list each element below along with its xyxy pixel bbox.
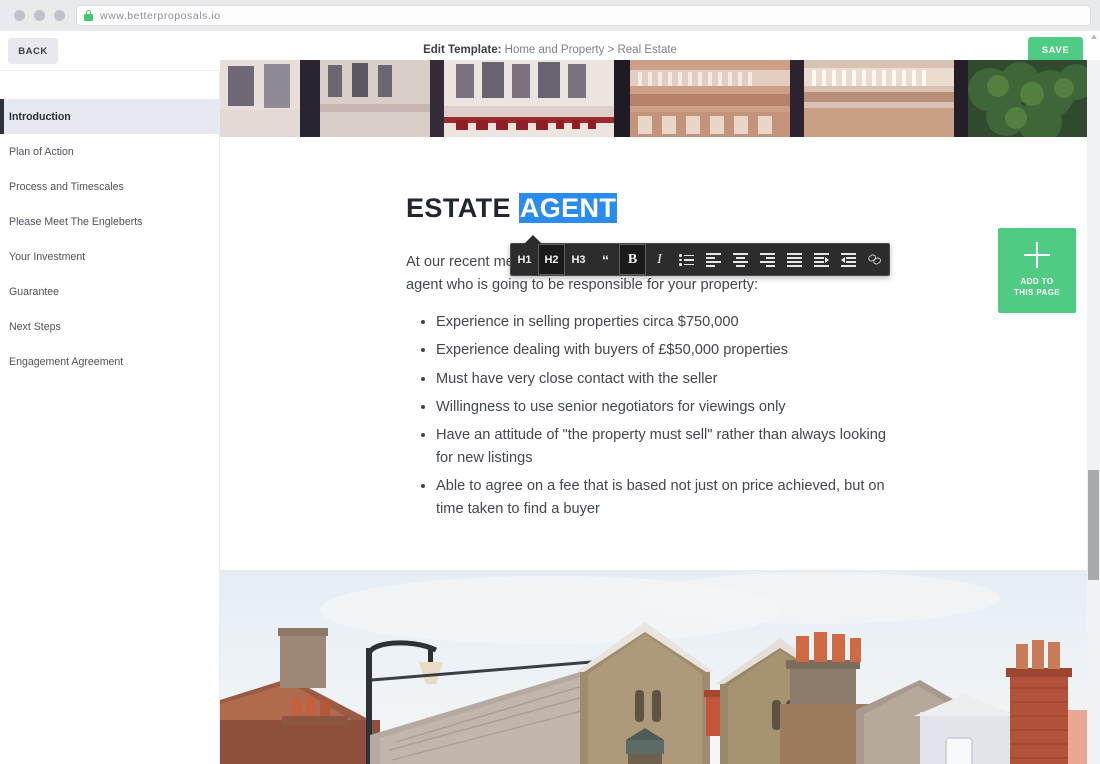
document-heading[interactable]: ESTATE AGENT: [406, 193, 902, 224]
app-root: www.betterproposals.io BACK Edit Templat…: [0, 0, 1100, 764]
document-canvas[interactable]: ESTATE AGENT At our recent meeting you a…: [220, 60, 1088, 764]
sidebar-item-next-steps[interactable]: Next Steps: [0, 309, 219, 344]
insert-link-button[interactable]: [862, 244, 889, 275]
hero-image-bottom: [220, 570, 1088, 764]
maximize-window-dot[interactable]: [54, 10, 65, 21]
plus-icon: [1024, 242, 1050, 269]
minimize-window-dot[interactable]: [34, 10, 45, 21]
sidebar-item-label: Introduction: [9, 110, 71, 123]
add-to-page-line2: THIS PAGE: [1013, 288, 1061, 297]
align-left-icon: [706, 253, 721, 267]
section-sidebar: Introduction Plan of Action Process and …: [0, 72, 220, 764]
address-bar[interactable]: www.betterproposals.io: [77, 6, 1090, 25]
list-item[interactable]: Experience dealing with buyers of £$50,0…: [436, 339, 902, 362]
align-left-button[interactable]: [700, 244, 727, 275]
bullet-list-icon: [679, 253, 694, 266]
align-justify-icon: [787, 253, 802, 267]
align-center-button[interactable]: [727, 244, 754, 275]
link-icon: [867, 253, 883, 266]
text-format-toolbar: H1 H2 H3 “ B I: [510, 235, 890, 276]
page-title-prefix: Edit Template:: [423, 44, 502, 56]
align-right-button[interactable]: [754, 244, 781, 275]
bold-button[interactable]: B: [619, 244, 646, 275]
add-to-page-label: ADD TO THIS PAGE: [1014, 277, 1060, 299]
outdent-button[interactable]: [835, 244, 862, 275]
heading-1-button[interactable]: H1: [511, 244, 538, 275]
page-title-path: Home and Property > Real Estate: [504, 44, 677, 56]
close-window-dot[interactable]: [14, 10, 25, 21]
sidebar-item-label: Plan of Action: [9, 145, 74, 158]
page-title: Edit Template: Home and Property > Real …: [0, 44, 1100, 56]
rooftops-illustration: [220, 570, 1088, 764]
list-item[interactable]: Experience in selling properties circa $…: [436, 311, 902, 334]
victorian-houses-illustration: [220, 60, 1088, 137]
sidebar-item-process-and-timescales[interactable]: Process and Timescales: [0, 169, 219, 204]
align-justify-button[interactable]: [781, 244, 808, 275]
padlock-icon: [84, 10, 93, 21]
indent-button[interactable]: [808, 244, 835, 275]
heading-text-selected[interactable]: AGENT: [518, 193, 618, 223]
sidebar-item-introduction[interactable]: Introduction: [0, 99, 219, 134]
outdent-icon: [841, 253, 856, 267]
url-text: www.betterproposals.io: [100, 9, 221, 22]
vertical-scrollbar-track[interactable]: [1087, 60, 1100, 764]
document-page: ESTATE AGENT At our recent meeting you a…: [220, 60, 1088, 764]
sidebar-item-label: Please Meet The Engleberts: [9, 215, 143, 228]
vertical-scrollbar-thumb[interactable]: [1088, 470, 1099, 580]
list-item[interactable]: Must have very close contact with the se…: [436, 368, 902, 391]
align-center-icon: [733, 253, 748, 267]
blockquote-icon-button[interactable]: “: [592, 244, 619, 275]
heading-text-plain: ESTATE: [406, 193, 519, 223]
add-to-page-line1: ADD TO: [1020, 277, 1054, 287]
heading-2-button[interactable]: H2: [538, 244, 565, 275]
scroll-up-arrow-icon[interactable]: [1091, 34, 1098, 41]
sidebar-item-label: Guarantee: [9, 285, 60, 298]
sidebar-item-plan-of-action[interactable]: Plan of Action: [0, 134, 219, 169]
indent-icon: [814, 253, 829, 267]
sidebar-item-your-investment[interactable]: Your Investment: [0, 239, 219, 274]
add-to-this-page-button[interactable]: ADD TO THIS PAGE: [998, 228, 1076, 313]
browser-chrome: www.betterproposals.io: [0, 0, 1100, 31]
sidebar-item-guarantee[interactable]: Guarantee: [0, 274, 219, 309]
sidebar-item-please-meet-the-engleberts[interactable]: Please Meet The Engleberts: [0, 204, 219, 239]
align-right-icon: [760, 253, 775, 267]
sidebar-item-engagement-agreement[interactable]: Engagement Agreement: [0, 344, 219, 379]
document-bullet-list[interactable]: Experience in selling properties circa $…: [436, 311, 902, 521]
sidebar-item-label: Process and Timescales: [9, 180, 124, 193]
sidebar-item-label: Your Investment: [9, 250, 86, 263]
sidebar-item-label: Next Steps: [9, 320, 61, 333]
document-body[interactable]: ESTATE AGENT At our recent meeting you a…: [220, 137, 1088, 571]
bullet-list-button[interactable]: [673, 244, 700, 275]
list-item[interactable]: Have an attitude of "the property must s…: [436, 424, 902, 470]
window-controls: [10, 10, 65, 21]
sidebar-item-label: Engagement Agreement: [9, 355, 124, 368]
heading-3-button[interactable]: H3: [565, 244, 592, 275]
italic-button[interactable]: I: [646, 244, 673, 275]
list-item[interactable]: Able to agree on a fee that is based not…: [436, 475, 902, 521]
hero-image-top: [220, 60, 1088, 137]
list-item[interactable]: Willingness to use senior negotiators fo…: [436, 396, 902, 419]
